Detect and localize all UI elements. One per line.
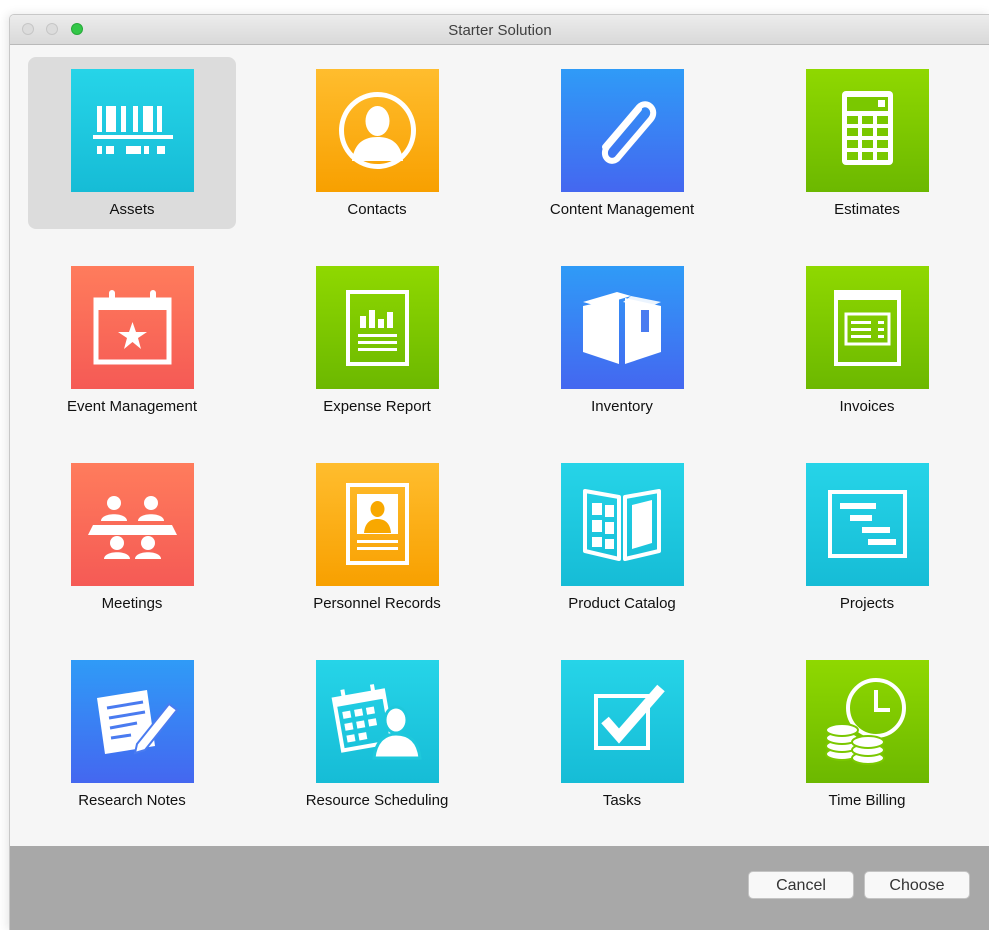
template-label: Contacts <box>347 201 407 218</box>
template-label: Invoices <box>839 398 895 415</box>
template-resource-scheduling[interactable]: Resource Scheduling <box>273 648 481 820</box>
id-badge-icon <box>316 463 439 586</box>
template-meetings[interactable]: Meetings <box>28 451 236 623</box>
catalog-book-icon <box>561 463 684 586</box>
template-projects[interactable]: Projects <box>763 451 971 623</box>
template-tasks[interactable]: Tasks <box>518 648 726 820</box>
template-label: Inventory <box>591 398 653 415</box>
template-event-management[interactable]: Event Management <box>28 254 236 426</box>
template-label: Content Management <box>549 201 695 218</box>
calculator-icon <box>806 69 929 192</box>
template-contacts[interactable]: Contacts <box>273 57 481 229</box>
person-icon <box>316 69 439 192</box>
template-invoices[interactable]: Invoices <box>763 254 971 426</box>
invoice-icon <box>806 266 929 389</box>
template-label: Expense Report <box>323 398 431 415</box>
calendar-person-icon <box>316 660 439 783</box>
title-bar[interactable]: Starter Solution <box>10 15 989 45</box>
choose-button[interactable]: Choose <box>864 871 970 899</box>
template-label: Assets <box>109 201 155 218</box>
gantt-chart-icon <box>806 463 929 586</box>
template-assets[interactable]: Assets <box>28 57 236 229</box>
meeting-people-icon <box>71 463 194 586</box>
template-label: Resource Scheduling <box>305 792 449 809</box>
template-label: Time Billing <box>828 792 906 809</box>
paperclip-icon <box>561 69 684 192</box>
template-content-management[interactable]: Content Management <box>518 57 726 229</box>
template-expense-report[interactable]: Expense Report <box>273 254 481 426</box>
template-label: Event Management <box>66 398 198 415</box>
template-label: Projects <box>839 595 895 612</box>
template-inventory[interactable]: Inventory <box>518 254 726 426</box>
template-label: Product Catalog <box>568 595 676 612</box>
template-label: Meetings <box>101 595 163 612</box>
checkbox-icon <box>561 660 684 783</box>
cancel-button[interactable]: Cancel <box>748 871 854 899</box>
template-estimates[interactable]: Estimates <box>763 57 971 229</box>
barcode-icon <box>71 69 194 192</box>
template-personnel-records[interactable]: Personnel Records <box>273 451 481 623</box>
box-icon <box>561 266 684 389</box>
template-product-catalog[interactable]: Product Catalog <box>518 451 726 623</box>
dialog-footer: Cancel Choose <box>10 846 989 930</box>
note-pencil-icon <box>71 660 194 783</box>
window-title: Starter Solution <box>448 22 552 39</box>
calendar-star-icon <box>71 266 194 389</box>
template-time-billing[interactable]: Time Billing <box>763 648 971 820</box>
template-label: Tasks <box>602 792 642 809</box>
starter-solution-window: Starter Solution Assets Contacts Content… <box>9 14 989 930</box>
template-label: Estimates <box>834 201 900 218</box>
report-chart-icon <box>316 266 439 389</box>
template-research-notes[interactable]: Research Notes <box>28 648 236 820</box>
template-grid: Assets Contacts Content Management Estim… <box>10 45 989 845</box>
template-label: Research Notes <box>78 792 186 809</box>
template-label: Personnel Records <box>313 595 441 612</box>
clock-coins-icon <box>806 660 929 783</box>
